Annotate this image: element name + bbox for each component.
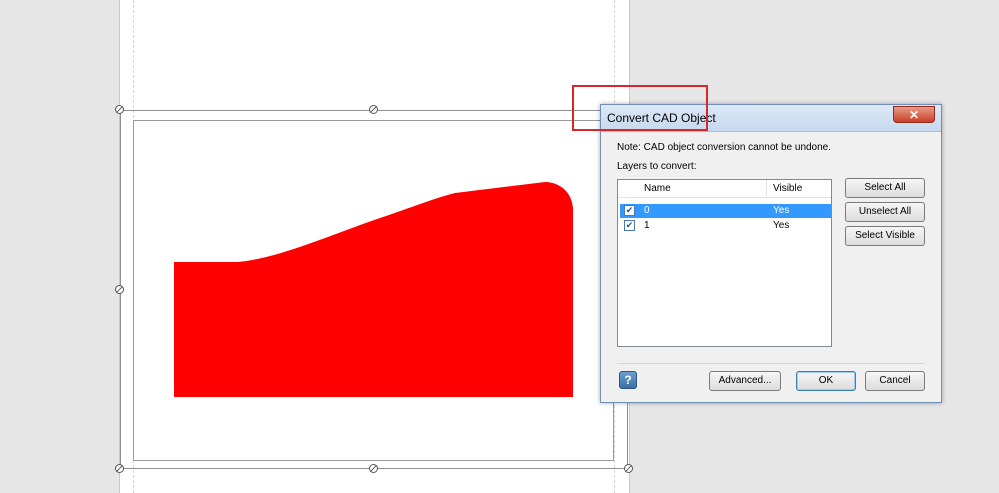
footer-divider	[617, 363, 925, 364]
checkmark-icon[interactable]: ✔	[624, 220, 635, 231]
layer-name: 0	[644, 205, 650, 216]
layer-visible: Yes	[773, 220, 790, 231]
resize-handle-top-left[interactable]	[115, 105, 124, 114]
select-all-button[interactable]: Select All	[845, 178, 925, 198]
unselect-all-button[interactable]: Unselect All	[845, 202, 925, 222]
resize-handle-bottom[interactable]	[369, 464, 378, 473]
resize-handle-bottom-left[interactable]	[115, 464, 124, 473]
layer-name: 1	[644, 220, 650, 231]
checkmark-icon[interactable]: ✔	[624, 205, 635, 216]
column-divider[interactable]	[766, 180, 767, 196]
cancel-button[interactable]: Cancel	[865, 371, 925, 391]
column-header-visible[interactable]: Visible	[773, 183, 802, 194]
cad-object-frame	[133, 120, 614, 461]
layer-list[interactable]: Name Visible ✔ 0 Yes ✔ 1 Yes	[617, 179, 832, 347]
resize-handle-bottom-right[interactable]	[624, 464, 633, 473]
column-header-name[interactable]: Name	[644, 183, 671, 194]
list-header: Name Visible	[618, 180, 831, 198]
layer-row[interactable]: ✔ 1 Yes	[620, 219, 831, 233]
select-visible-button[interactable]: Select Visible	[845, 226, 925, 246]
layer-row[interactable]: ✔ 0 Yes	[620, 204, 831, 218]
layer-visible: Yes	[773, 205, 790, 216]
help-icon[interactable]: ?	[619, 371, 637, 389]
advanced-button[interactable]: Advanced...	[709, 371, 781, 391]
convert-cad-object-dialog: Convert CAD Object ✕ Note: CAD object co…	[600, 104, 942, 403]
conversion-note: Note: CAD object conversion cannot be un…	[617, 142, 832, 153]
resize-handle-left[interactable]	[115, 285, 124, 294]
close-icon[interactable]: ✕	[893, 106, 935, 123]
annotation-highlight-box	[572, 85, 708, 131]
ok-button[interactable]: OK	[796, 371, 856, 391]
layers-label: Layers to convert:	[617, 161, 697, 172]
resize-handle-top[interactable]	[369, 105, 378, 114]
